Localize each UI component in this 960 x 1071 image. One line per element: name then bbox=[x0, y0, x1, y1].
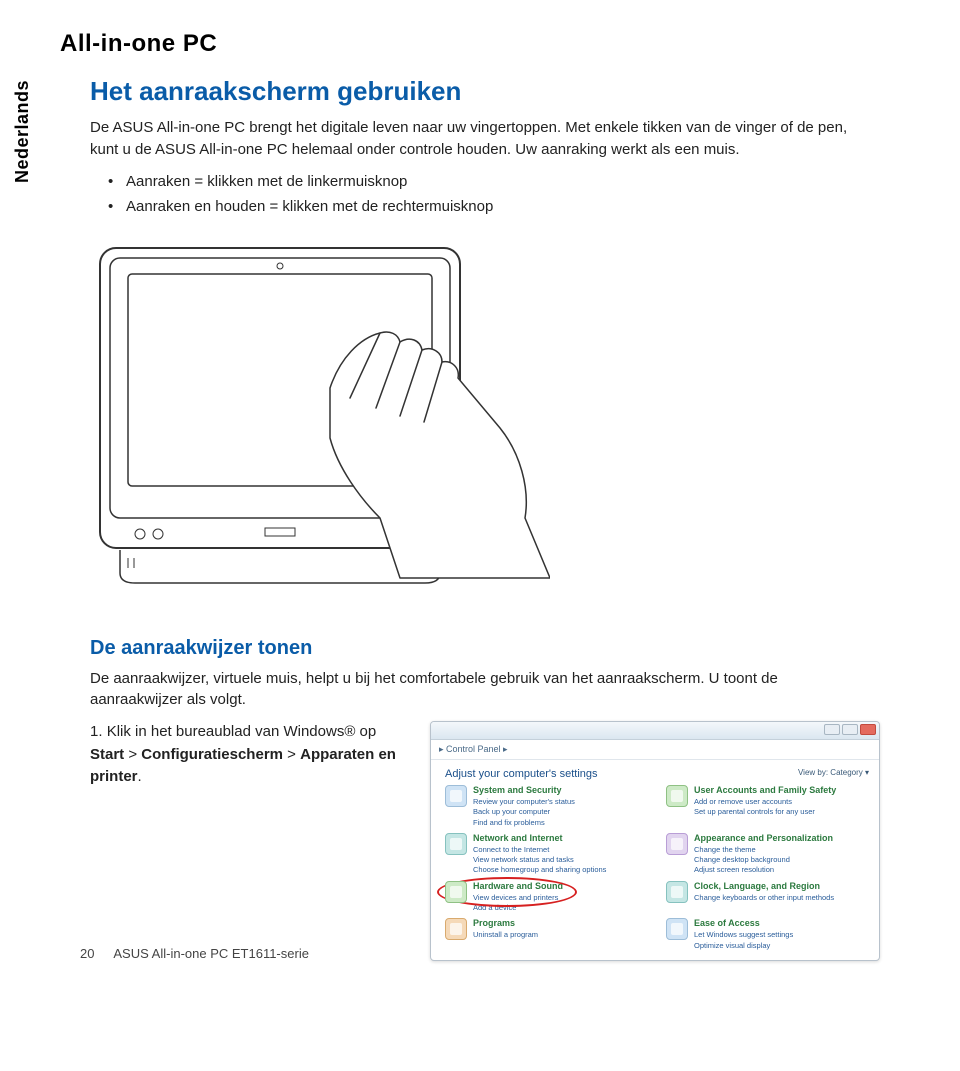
printer-icon bbox=[445, 881, 467, 903]
cp-category-clock-language: Clock, Language, and Region Change keybo… bbox=[666, 881, 869, 913]
cp-category-user-accounts: User Accounts and Family Safety Add or r… bbox=[666, 785, 869, 827]
users-icon bbox=[666, 785, 688, 807]
bullet-item: Aanraken = klikken met de linkermuisknop bbox=[108, 169, 880, 195]
section-heading: Het aanraakscherm gebruiken bbox=[90, 76, 880, 107]
monitor-icon bbox=[666, 833, 688, 855]
box-icon bbox=[445, 918, 467, 940]
clock-icon bbox=[666, 881, 688, 903]
cp-category-appearance: Appearance and Personalization Change th… bbox=[666, 833, 869, 875]
cp-category-programs: Programs Uninstall a program bbox=[445, 918, 648, 950]
cp-category-ease-of-access: Ease of Access Let Windows suggest setti… bbox=[666, 918, 869, 950]
globe-icon bbox=[445, 833, 467, 855]
window-titlebar bbox=[431, 722, 879, 740]
step-number: 1. bbox=[90, 723, 103, 740]
page-number: 20 bbox=[80, 946, 94, 961]
close-icon bbox=[860, 724, 876, 735]
bullet-item: Aanraken en houden = klikken met de rech… bbox=[108, 194, 880, 220]
shield-icon bbox=[445, 785, 467, 807]
cp-category-network: Network and Internet Connect to the Inte… bbox=[445, 833, 648, 875]
page-footer: 20 ASUS All-in-one PC ET1611-serie bbox=[80, 946, 309, 961]
step-config-bold: Configuratiescherm bbox=[141, 746, 283, 763]
ease-icon bbox=[666, 918, 688, 940]
footer-model: ASUS All-in-one PC ET1611-serie bbox=[113, 946, 309, 961]
minimize-icon bbox=[824, 724, 840, 735]
step-1: 1. Klik in het bureaublad van Windows® o… bbox=[90, 721, 410, 789]
step-text-fragment: Klik in het bureaublad van Windows® op bbox=[107, 723, 377, 740]
language-tab: Nederlands bbox=[12, 80, 33, 183]
bullet-list: Aanraken = klikken met de linkermuisknop… bbox=[108, 169, 880, 220]
maximize-icon bbox=[842, 724, 858, 735]
cp-category-hardware-sound: Hardware and Sound View devices and prin… bbox=[445, 881, 648, 913]
subsection-paragraph: De aanraakwijzer, virtuele muis, helpt u… bbox=[90, 668, 870, 712]
intro-paragraph: De ASUS All-in-one PC brengt het digital… bbox=[90, 117, 870, 161]
cp-category-system-security: System and Security Review your computer… bbox=[445, 785, 648, 827]
control-panel-screenshot: ▸ Control Panel ▸ Adjust your computer's… bbox=[430, 721, 880, 961]
breadcrumb: ▸ Control Panel ▸ bbox=[431, 740, 879, 760]
subsection-heading: De aanraakwijzer tonen bbox=[90, 637, 880, 660]
product-title: All-in-one PC bbox=[60, 30, 880, 58]
step-start-bold: Start bbox=[90, 746, 124, 763]
touchscreen-illustration bbox=[80, 238, 550, 598]
